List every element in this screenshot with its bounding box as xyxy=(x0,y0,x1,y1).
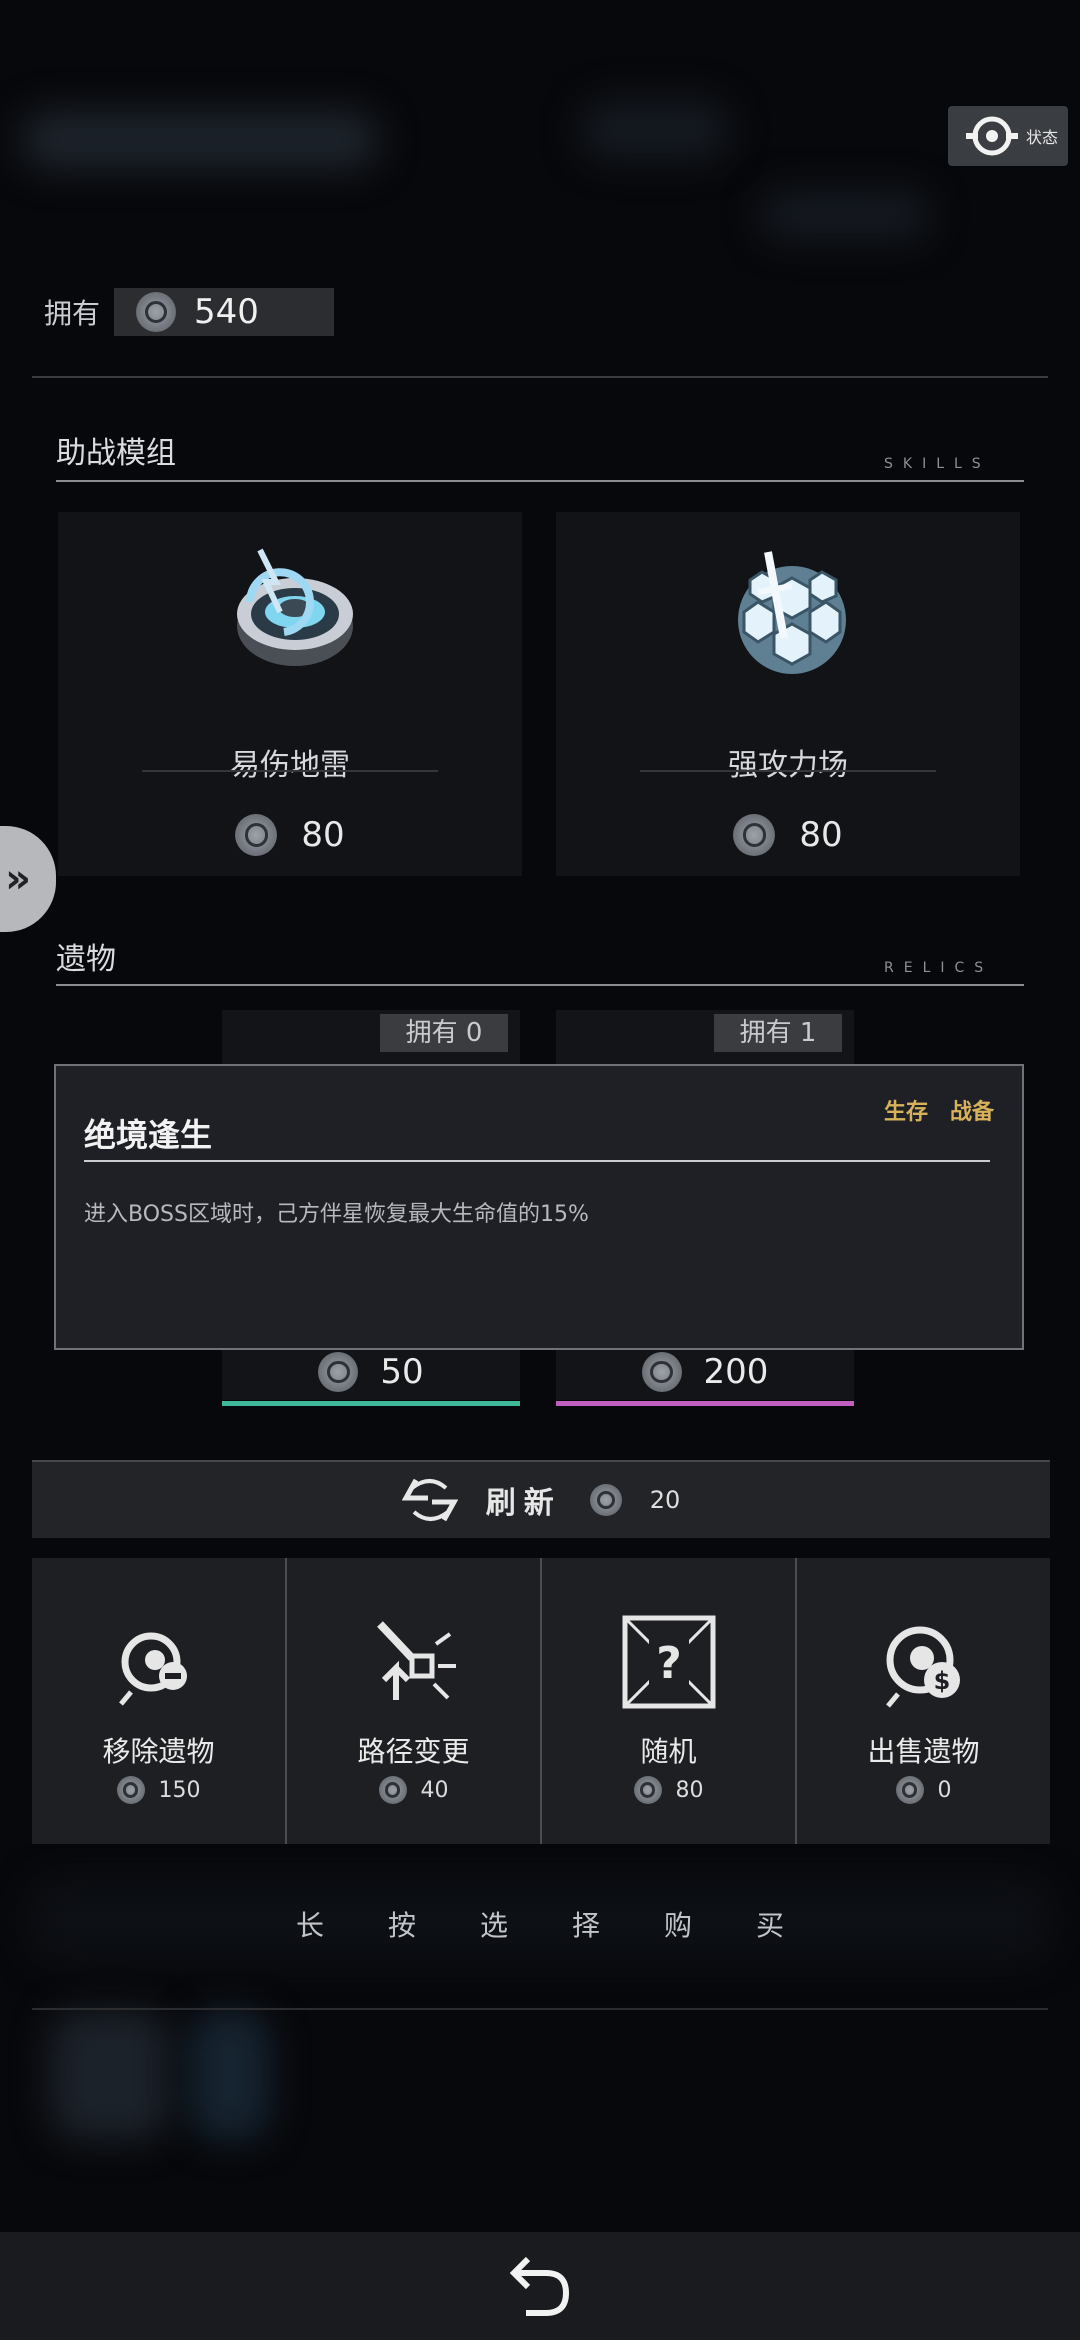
relic-price-value: 200 xyxy=(703,1352,769,1392)
refresh-cost: 20 xyxy=(649,1486,681,1514)
relics-title: 遗物 xyxy=(56,942,116,977)
skill-card[interactable]: 强攻力场 80 xyxy=(556,512,1020,876)
relic-owned-count: 拥有 0 xyxy=(380,1014,508,1052)
coin-icon xyxy=(589,1484,622,1516)
coin-icon xyxy=(733,814,776,856)
action-price: 150 xyxy=(32,1776,285,1804)
coin-icon xyxy=(641,1352,682,1392)
back-icon[interactable] xyxy=(506,2253,574,2319)
mine-icon xyxy=(237,548,353,666)
action-remove-relic[interactable]: 移除遗物 150 xyxy=(32,1558,287,1844)
double-chevron-right-icon: » xyxy=(5,856,31,902)
tooltip-tags: 生存 战备 xyxy=(884,1094,994,1126)
bottom-bar xyxy=(0,2232,1080,2340)
tooltip-tag: 生存 xyxy=(883,1100,928,1125)
skill-name: 易伤地雷 xyxy=(230,748,350,783)
divider xyxy=(32,376,1048,378)
relic-rarity-bar xyxy=(222,1401,520,1406)
skill-price-value: 80 xyxy=(301,815,345,855)
action-sell-relic[interactable]: $ 出售遗物 0 xyxy=(797,1558,1050,1844)
action-price: 40 xyxy=(287,1776,540,1804)
relic-price: 50 xyxy=(222,1352,520,1392)
coin-icon xyxy=(235,814,278,856)
action-price-value: 150 xyxy=(158,1777,201,1803)
sell-relic-icon: $ xyxy=(885,1626,960,1708)
coin-icon xyxy=(318,1352,359,1392)
route-change-icon xyxy=(376,1621,456,1700)
blurred-background xyxy=(760,190,930,240)
skill-name: 强攻力场 xyxy=(728,748,848,783)
action-label: 随机 xyxy=(640,1735,697,1768)
refresh-button[interactable]: 刷新 20 xyxy=(32,1460,1050,1538)
status-icon xyxy=(966,116,1018,156)
action-random[interactable]: ? 随机 80 xyxy=(542,1558,797,1844)
action-row: 移除遗物 150 路径变更 40 ? 随机 80 $ 出售遗物 0 xyxy=(32,1558,1050,1844)
tooltip-description: 进入BOSS区域时，己方伴星恢复最大生命值的15% xyxy=(84,1202,589,1227)
coin-icon xyxy=(116,1776,145,1804)
action-price-value: 0 xyxy=(937,1777,952,1803)
wallet-amount: 540 xyxy=(194,292,259,332)
divider xyxy=(640,770,936,772)
action-label: 出售遗物 xyxy=(867,1735,980,1768)
relic-owned-count: 拥有 1 xyxy=(714,1014,842,1052)
wallet-box: 540 xyxy=(114,288,335,336)
section-rule xyxy=(56,984,1024,986)
random-icon: ? xyxy=(622,1615,715,1709)
coin-icon xyxy=(895,1776,924,1804)
divider xyxy=(32,2008,1048,2010)
blurred-background xyxy=(50,2010,170,2140)
tooltip-rule xyxy=(84,1160,990,1162)
action-price-value: 80 xyxy=(675,1777,704,1803)
tooltip-title: 绝境逢生 xyxy=(84,1116,213,1154)
wallet: 拥有 540 xyxy=(44,288,335,336)
divider xyxy=(142,770,438,772)
remove-relic-icon xyxy=(118,1632,187,1706)
force-field-icon xyxy=(738,551,846,674)
action-price: 0 xyxy=(797,1776,1050,1804)
skill-price-value: 80 xyxy=(799,815,843,855)
refresh-label: 刷新 xyxy=(485,1486,562,1521)
skills-title: 助战模组 xyxy=(56,436,176,471)
blurred-background xyxy=(190,2010,270,2140)
relics-subtitle: RELICS xyxy=(884,960,994,976)
status-label: 状态 xyxy=(1026,128,1059,147)
refresh-icon xyxy=(401,1478,458,1522)
skill-price: 80 xyxy=(58,814,522,856)
tooltip-tag: 战备 xyxy=(949,1100,994,1125)
relic-tooltip: 绝境逢生 生存 战备 进入BOSS区域时，己方伴星恢复最大生命值的15% xyxy=(54,1064,1024,1350)
blurred-background xyxy=(20,110,380,170)
skill-price: 80 xyxy=(556,814,1020,856)
skills-subtitle: SKILLS xyxy=(884,456,991,472)
svg-text:$: $ xyxy=(933,1667,950,1695)
relic-rarity-bar xyxy=(556,1401,854,1406)
coin-icon xyxy=(136,292,177,332)
blurred-background xyxy=(580,100,730,160)
status-button[interactable]: 状态 xyxy=(948,106,1068,166)
action-label: 路径变更 xyxy=(357,1735,470,1768)
relic-price-value: 50 xyxy=(380,1352,424,1392)
action-route-change[interactable]: 路径变更 40 xyxy=(287,1558,542,1844)
skill-card[interactable]: 易伤地雷 80 xyxy=(58,512,522,876)
action-label: 移除遗物 xyxy=(102,1735,215,1768)
long-press-hint: 长按选择购买 xyxy=(295,1909,848,1942)
side-expand-tab[interactable]: » xyxy=(0,826,56,932)
action-price-value: 40 xyxy=(420,1777,449,1803)
wallet-label: 拥有 xyxy=(44,297,101,330)
action-price: 80 xyxy=(542,1776,795,1804)
relic-price: 200 xyxy=(556,1352,854,1392)
coin-icon xyxy=(378,1776,407,1804)
coin-icon xyxy=(633,1776,662,1804)
svg-text:?: ? xyxy=(656,1638,682,1689)
section-rule xyxy=(56,480,1024,482)
